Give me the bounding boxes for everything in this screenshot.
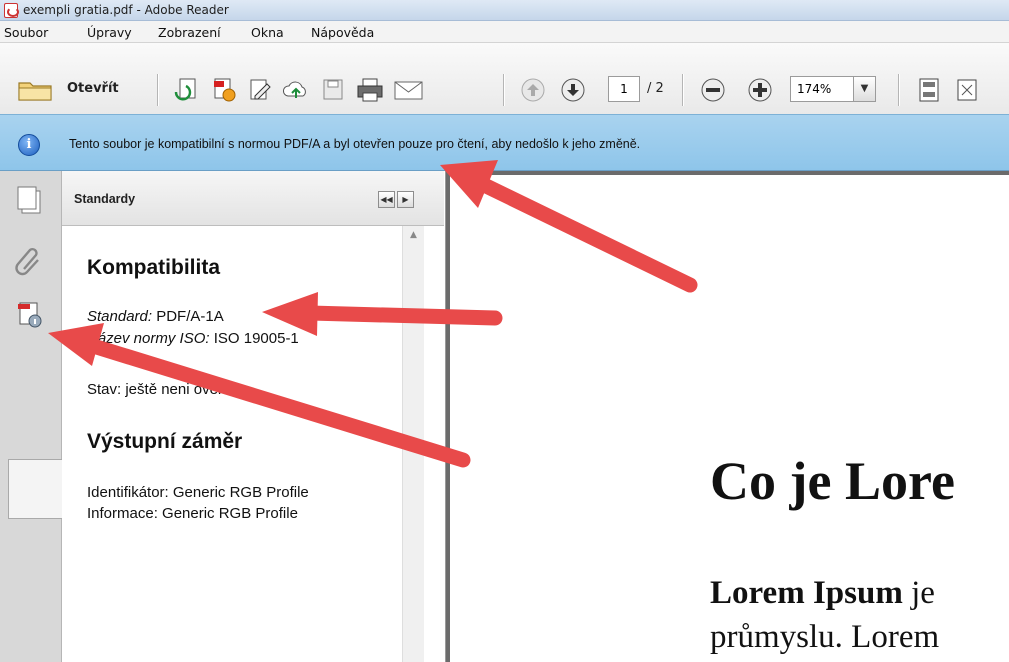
attachments-icon[interactable] <box>10 239 50 279</box>
menu-help[interactable]: Nápověda <box>311 25 374 40</box>
expand-panel-icon[interactable]: ▶ <box>397 191 414 208</box>
panel-header: Standardy ◀◀ ▶ <box>62 171 444 226</box>
window-title: exempli gratia.pdf - Adobe Reader <box>23 3 229 17</box>
menu-window[interactable]: Okna <box>251 25 284 40</box>
save-icon[interactable] <box>318 76 348 104</box>
menu-view[interactable]: Zobrazení <box>158 25 221 40</box>
menu-edit[interactable]: Úpravy <box>87 25 132 40</box>
iso-value: ISO 19005-1 <box>213 330 299 347</box>
next-page-icon[interactable] <box>558 76 588 104</box>
document-heading: Co je Lore <box>710 451 955 511</box>
pages-icon[interactable] <box>10 183 50 223</box>
panel-title: Standardy <box>74 192 136 206</box>
toolbar-separator <box>898 74 899 106</box>
toolbar-separator <box>682 74 683 106</box>
previous-page-icon[interactable] <box>518 76 548 104</box>
compatibility-heading: Kompatibilita <box>87 256 221 279</box>
export-pdf-icon[interactable] <box>209 76 239 104</box>
menu-bar: Soubor Úpravy Zobrazení Okna Nápověda <box>0 21 1009 43</box>
collapse-panel-icon[interactable]: ◀◀ <box>378 191 395 208</box>
menu-file[interactable]: Soubor <box>4 25 48 40</box>
adobe-reader-icon <box>4 3 19 18</box>
identifier-text: Identifikátor: Generic RGB Profile <box>87 484 309 501</box>
pdfa-info-bar: i Tento soubor je kompatibilní s normou … <box>0 114 1009 171</box>
standards-panel: Standardy ◀◀ ▶ ▲ Kompatibilita Standard:… <box>62 171 446 662</box>
status-text: Stav: ještě neni ověřen <box>87 381 240 398</box>
adobe-reader-window: exempli gratia.pdf - Adobe Reader Soubor… <box>0 0 1009 662</box>
zoom-dropdown-arrow-icon[interactable]: ▼ <box>854 76 876 102</box>
standards-tab[interactable] <box>8 459 66 519</box>
iso-label: Název normy ISO: <box>87 330 210 347</box>
email-icon[interactable] <box>392 76 426 104</box>
iso-row: Název normy ISO: ISO 19005-1 <box>87 330 299 347</box>
zoom-level-input[interactable]: 174% <box>790 76 854 102</box>
page-total: / 2 <box>647 81 664 96</box>
document-view[interactable]: Co je Lore Lorem Ipsum je průmyslu. Lore… <box>446 171 1009 662</box>
info-text: Informace: Generic RGB Profile <box>87 505 298 522</box>
document-bold-term: Lorem Ipsum <box>710 575 903 611</box>
scroll-up-icon[interactable]: ▲ <box>403 230 424 246</box>
title-bar: exempli gratia.pdf - Adobe Reader <box>0 0 1009 21</box>
output-intent-heading: Výstupní záměr <box>87 430 243 453</box>
zoom-out-icon[interactable] <box>698 76 728 104</box>
page-number-input[interactable]: 1 <box>608 76 640 102</box>
folder-icon[interactable] <box>16 76 56 104</box>
fit-page-icon[interactable] <box>914 76 944 104</box>
document-page: Co je Lore Lorem Ipsum je průmyslu. Lore… <box>450 175 1009 662</box>
open-button-label[interactable]: Otevřít <box>67 81 119 96</box>
panel-scrollbar[interactable]: ▲ <box>402 226 424 662</box>
zoom-in-icon[interactable] <box>745 76 775 104</box>
document-text: je <box>902 575 935 611</box>
document-paragraph-line: Lorem Ipsum je <box>710 575 935 612</box>
document-paragraph-line: průmyslu. Lorem <box>710 619 940 655</box>
print-icon[interactable] <box>354 76 386 104</box>
standard-value: PDF/A-1A <box>156 308 224 325</box>
info-icon: i <box>18 134 40 156</box>
standard-row: Standard: PDF/A-1A <box>87 308 224 325</box>
toolbar-separator <box>503 74 504 106</box>
navigation-rail <box>0 171 66 662</box>
standard-label: Standard: <box>87 308 153 325</box>
cloud-upload-icon[interactable] <box>281 76 311 104</box>
toolbar-separator <box>157 74 158 106</box>
full-screen-icon[interactable] <box>952 76 982 104</box>
standards-icon[interactable] <box>10 295 50 335</box>
create-pdf-icon[interactable] <box>172 76 202 104</box>
edit-form-icon[interactable] <box>245 76 275 104</box>
info-message: Tento soubor je kompatibilní s normou PD… <box>69 137 641 151</box>
